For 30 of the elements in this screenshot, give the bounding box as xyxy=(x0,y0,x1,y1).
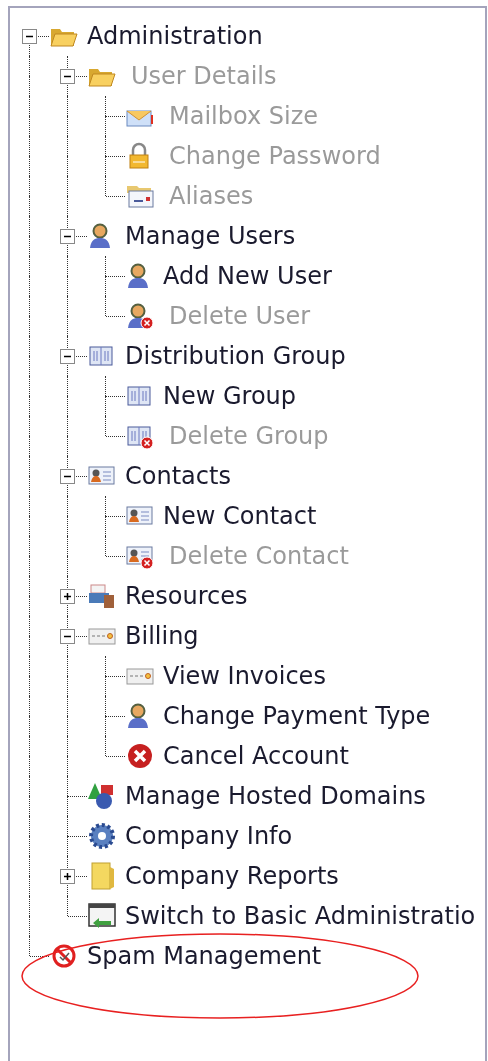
collapse-toggle[interactable] xyxy=(22,29,37,44)
tree-node-label[interactable]: Manage Hosted Domains xyxy=(125,782,426,810)
tree-node-label[interactable]: Administration xyxy=(87,22,263,50)
expand-toggle[interactable] xyxy=(60,869,75,884)
plus-icon xyxy=(63,872,72,881)
tree-node-label[interactable]: Billing xyxy=(125,622,199,650)
tree-node-label[interactable]: Change Payment Type xyxy=(163,702,431,730)
tree-node-label[interactable]: Add New User xyxy=(163,262,332,290)
tree-node-label[interactable]: Manage Users xyxy=(125,222,296,250)
collapse-toggle[interactable] xyxy=(60,629,75,644)
tray-door-icon xyxy=(87,581,117,611)
tree-node-label[interactable]: Company Reports xyxy=(125,862,339,890)
expand-toggle[interactable] xyxy=(60,589,75,604)
tree-node-label[interactable]: New Contact xyxy=(163,502,317,530)
tree-node-label[interactable]: Resources xyxy=(125,582,248,610)
tree-node-label[interactable]: Company Info xyxy=(125,822,293,850)
tree-node-label[interactable]: Contacts xyxy=(125,462,231,490)
tree-node-label[interactable]: View Invoices xyxy=(163,662,326,690)
user-remove-icon xyxy=(125,301,155,331)
gear-icon xyxy=(87,821,117,851)
tree-node-label[interactable]: Spam Management xyxy=(87,942,322,970)
tree-node-label[interactable]: Switch to Basic Administratio xyxy=(125,902,476,930)
collapse-toggle[interactable] xyxy=(60,349,75,364)
close-circle-icon xyxy=(125,741,155,771)
tree-node-label[interactable]: New Group xyxy=(163,382,297,410)
tree-node-label[interactable]: Cancel Account xyxy=(163,742,349,770)
collapse-toggle[interactable] xyxy=(60,229,75,244)
collapse-toggle[interactable] xyxy=(60,469,75,484)
tree-node-label[interactable]: Distribution Group xyxy=(125,342,346,370)
plus-icon xyxy=(63,592,72,601)
